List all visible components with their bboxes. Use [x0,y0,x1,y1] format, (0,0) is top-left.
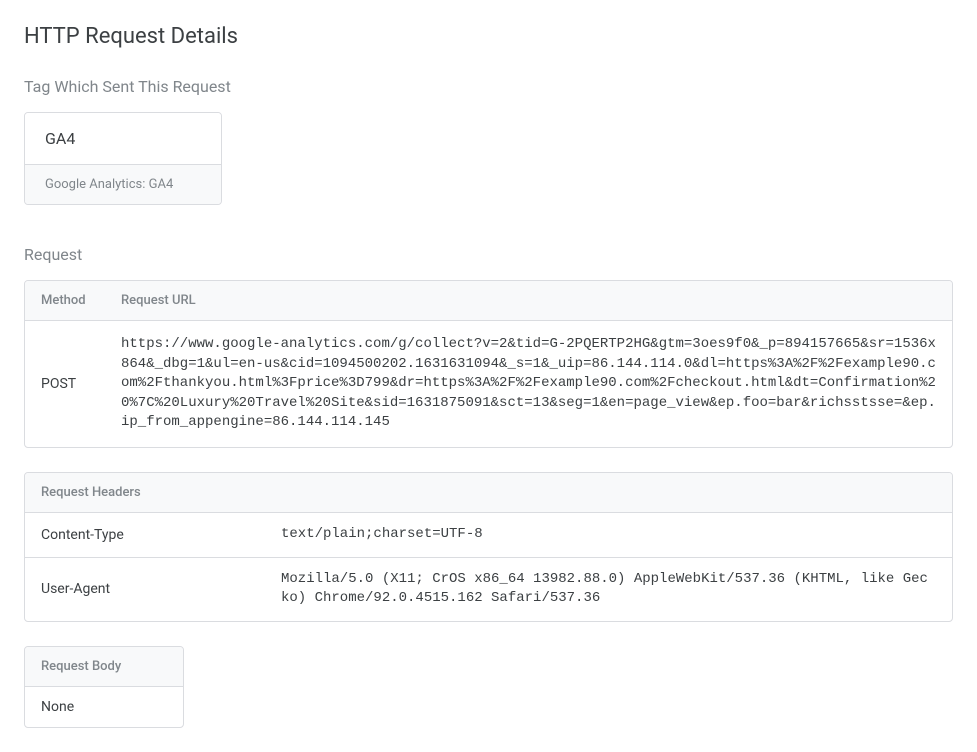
request-body-card: Request Body None [24,646,184,728]
table-row: Content-Type text/plain;charset=UTF-8 [25,513,952,557]
request-url: https://www.google-analytics.com/g/colle… [105,321,952,447]
tag-name: GA4 [25,113,221,164]
section-title-request: Request [24,245,953,264]
request-method: POST [25,321,105,447]
request-body-content: None [25,687,183,727]
page-title: HTTP Request Details [24,24,953,49]
section-title-tag: Tag Which Sent This Request [24,77,953,96]
column-header-url: Request URL [105,281,952,321]
request-body-title: Request Body [25,647,183,687]
column-header-method: Method [25,281,105,321]
request-headers-table: Request Headers Content-Type text/plain;… [24,472,953,622]
header-name: Content-Type [25,513,265,557]
header-name: User-Agent [25,557,265,621]
tag-type: Google Analytics: GA4 [25,164,221,204]
header-value: Mozilla/5.0 (X11; CrOS x86_64 13982.88.0… [265,557,952,621]
column-header-request-headers: Request Headers [25,473,952,513]
header-value: text/plain;charset=UTF-8 [265,513,952,557]
request-table: Method Request URL POST https://www.goog… [24,280,953,448]
table-row: User-Agent Mozilla/5.0 (X11; CrOS x86_64… [25,557,952,621]
tag-card[interactable]: GA4 Google Analytics: GA4 [24,112,222,205]
table-row: POST https://www.google-analytics.com/g/… [25,321,952,447]
